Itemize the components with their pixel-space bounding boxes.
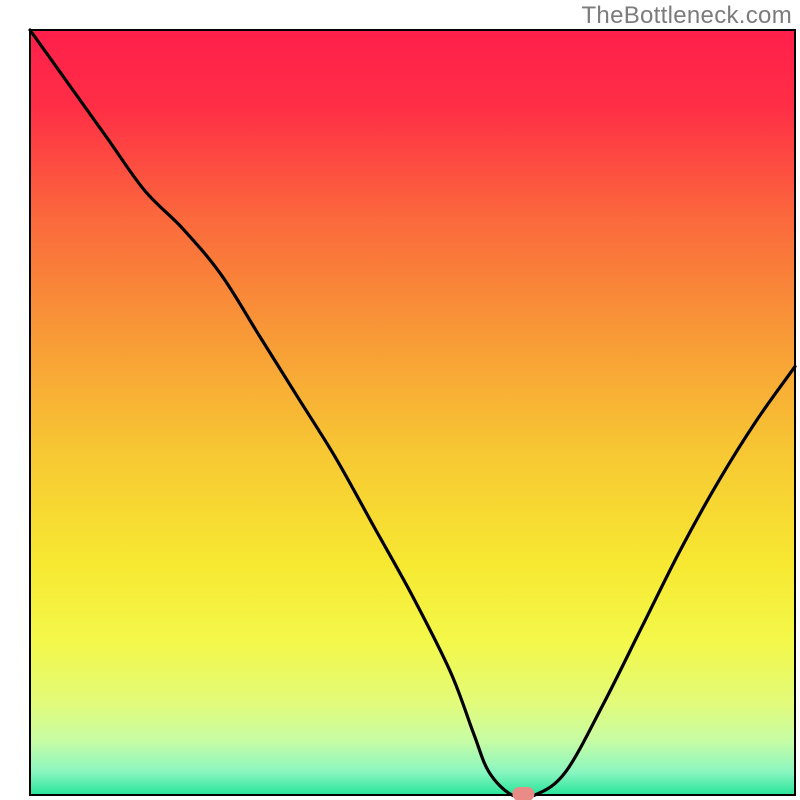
chart-svg bbox=[0, 0, 800, 800]
optimal-marker bbox=[512, 787, 534, 800]
gradient-background bbox=[30, 30, 795, 795]
chart-container: TheBottleneck.com bbox=[0, 0, 800, 800]
